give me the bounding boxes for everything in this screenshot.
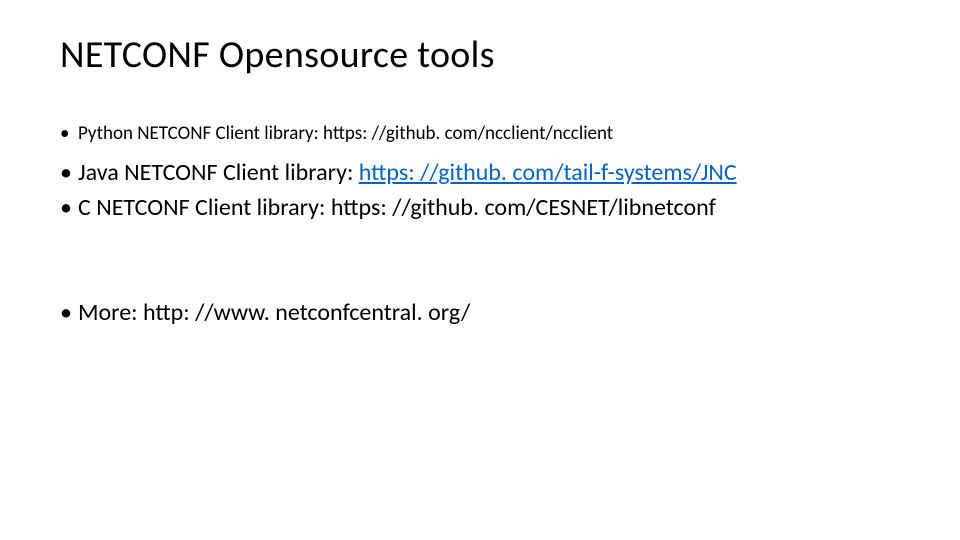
- java-jnc-link[interactable]: https: //github. com/tail-f-systems/JNC: [359, 158, 737, 187]
- bullet-label: Python NETCONF Client library:: [78, 122, 323, 145]
- bullet-label: Java NETCONF Client library:: [78, 158, 359, 187]
- bullet-item-c: C NETCONF Client library: https: //githu…: [60, 192, 900, 223]
- bullet-item-more: More: http: //www. netconfcentral. org/: [60, 297, 900, 328]
- bullet-url: https: //github. com/CESNET/libnetconf: [331, 193, 716, 222]
- slide-title: NETCONF Opensource tools: [60, 32, 900, 78]
- bullet-label: C NETCONF Client library:: [78, 193, 331, 222]
- bullet-item-python: Python NETCONF Client library: https: //…: [60, 122, 900, 147]
- bullet-url: https: //github. com/ncclient/ncclient: [323, 122, 613, 145]
- bullet-list: Python NETCONF Client library: https: //…: [60, 122, 900, 328]
- bullet-url: http: //www. netconfcentral. org/: [143, 298, 470, 327]
- bullet-item-java: Java NETCONF Client library: https: //gi…: [60, 157, 900, 188]
- bullet-label: More:: [78, 298, 143, 327]
